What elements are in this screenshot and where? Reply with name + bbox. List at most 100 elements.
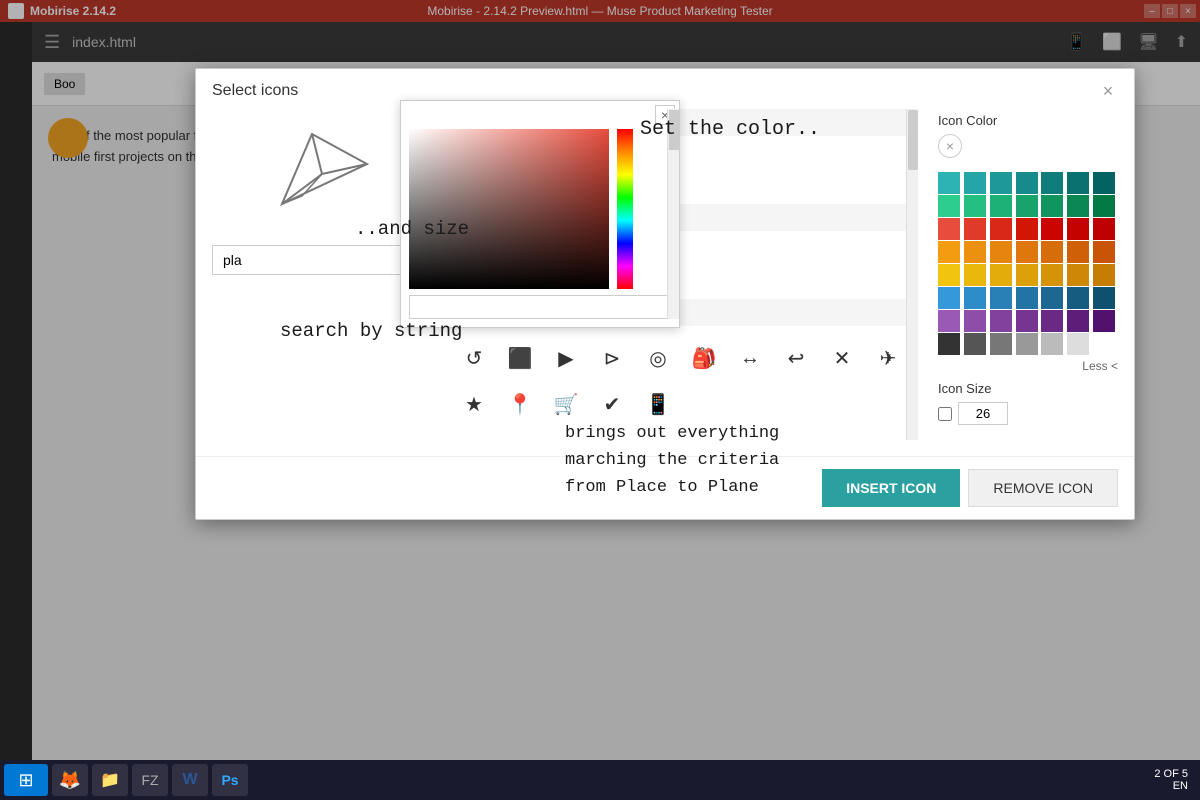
size-lock-checkbox[interactable] bbox=[938, 407, 952, 421]
less-button[interactable]: Less < bbox=[938, 359, 1118, 373]
modal-title: Select icons bbox=[212, 82, 298, 100]
color-swatch[interactable] bbox=[1041, 172, 1063, 194]
icon-cell[interactable]: ✔ bbox=[590, 382, 634, 426]
color-swatch[interactable] bbox=[1016, 310, 1038, 332]
color-swatch[interactable] bbox=[990, 333, 1012, 355]
color-gradient[interactable] bbox=[409, 129, 609, 289]
color-swatch[interactable] bbox=[990, 241, 1012, 263]
icon-cell[interactable]: ✕ bbox=[820, 336, 864, 380]
icon-cell[interactable]: ↺ bbox=[452, 336, 496, 380]
color-swatch[interactable] bbox=[1041, 195, 1063, 217]
icon-size-label: Icon Size bbox=[938, 381, 1118, 396]
icon-cell[interactable]: ▶ bbox=[544, 336, 588, 380]
color-swatch[interactable] bbox=[1041, 241, 1063, 263]
color-swatch[interactable] bbox=[1067, 218, 1089, 240]
color-swatch[interactable] bbox=[1067, 264, 1089, 286]
material-design-grid: ↺ ⬛ ▶ ⊳ ◎ 🎒 ↔ ↩ ✕ ✈ ★ 📍 🛒 ✔ 📱 bbox=[452, 330, 918, 432]
icon-cell[interactable]: ↩ bbox=[774, 336, 818, 380]
color-swatch[interactable] bbox=[1067, 310, 1089, 332]
color-swatch[interactable] bbox=[1041, 333, 1063, 355]
insert-icon-button[interactable]: INSERT ICON bbox=[822, 469, 960, 507]
color-swatch[interactable] bbox=[964, 310, 986, 332]
color-clear-button[interactable]: × bbox=[938, 134, 962, 158]
color-swatch[interactable] bbox=[1093, 264, 1115, 286]
color-swatch[interactable] bbox=[1016, 172, 1038, 194]
icon-cell[interactable]: ◎ bbox=[636, 336, 680, 380]
color-swatch[interactable] bbox=[1067, 287, 1089, 309]
color-swatch[interactable] bbox=[1041, 310, 1063, 332]
color-swatch[interactable] bbox=[938, 218, 960, 240]
remove-icon-button[interactable]: REMOVE ICON bbox=[968, 469, 1118, 507]
color-swatch[interactable] bbox=[990, 172, 1012, 194]
color-swatch[interactable] bbox=[938, 333, 960, 355]
color-swatch[interactable] bbox=[1041, 218, 1063, 240]
taskbar-firefox[interactable]: 🦊 bbox=[52, 764, 88, 796]
color-swatch[interactable] bbox=[964, 287, 986, 309]
color-picker-scrollbar-thumb bbox=[669, 110, 679, 150]
icon-cell[interactable]: 📱 bbox=[636, 382, 680, 426]
icon-cell[interactable]: ⊳ bbox=[590, 336, 634, 380]
color-swatch[interactable] bbox=[1093, 172, 1115, 194]
color-swatch[interactable] bbox=[938, 310, 960, 332]
icon-cell[interactable]: 📍 bbox=[498, 382, 542, 426]
icon-cell[interactable]: ⬛ bbox=[498, 336, 542, 380]
color-swatch[interactable] bbox=[1041, 287, 1063, 309]
color-swatch[interactable] bbox=[964, 172, 986, 194]
color-swatch[interactable] bbox=[1093, 333, 1115, 355]
color-swatch[interactable] bbox=[990, 310, 1012, 332]
color-swatch[interactable] bbox=[964, 241, 986, 263]
color-swatch[interactable] bbox=[964, 264, 986, 286]
icon-cell[interactable]: ↔ bbox=[728, 336, 772, 380]
color-swatch[interactable] bbox=[964, 195, 986, 217]
taskbar-info: 2 OF 5 EN bbox=[1154, 768, 1196, 792]
color-swatch[interactable] bbox=[1067, 172, 1089, 194]
color-swatch[interactable] bbox=[938, 264, 960, 286]
paper-plane-icon bbox=[272, 124, 372, 214]
color-swatch[interactable] bbox=[1067, 333, 1089, 355]
color-swatch[interactable] bbox=[1093, 218, 1115, 240]
color-swatch[interactable] bbox=[938, 287, 960, 309]
search-input[interactable] bbox=[212, 245, 432, 275]
taskbar-ps[interactable]: Ps bbox=[212, 764, 248, 796]
color-swatch[interactable] bbox=[1093, 310, 1115, 332]
hue-bar[interactable] bbox=[617, 129, 633, 289]
color-swatch[interactable] bbox=[1093, 241, 1115, 263]
color-swatch[interactable] bbox=[1016, 241, 1038, 263]
size-input[interactable] bbox=[958, 402, 1008, 425]
color-swatch[interactable] bbox=[938, 241, 960, 263]
left-panel bbox=[212, 109, 432, 440]
color-swatch[interactable] bbox=[1093, 195, 1115, 217]
color-swatch[interactable] bbox=[1067, 195, 1089, 217]
color-swatch[interactable] bbox=[1016, 264, 1038, 286]
icons-scrollbar[interactable] bbox=[906, 109, 918, 440]
color-picker-popup: × bbox=[400, 100, 680, 328]
color-swatch[interactable] bbox=[1041, 264, 1063, 286]
modal-close-button[interactable]: × bbox=[1098, 81, 1118, 101]
color-swatch[interactable] bbox=[1016, 287, 1038, 309]
taskbar-filezilla[interactable]: FZ bbox=[132, 764, 168, 796]
taskbar-word[interactable]: W bbox=[172, 764, 208, 796]
icon-cell[interactable]: 🎒 bbox=[682, 336, 726, 380]
icon-cell[interactable]: ✈ bbox=[866, 336, 910, 380]
color-swatch[interactable] bbox=[1067, 241, 1089, 263]
color-swatch[interactable] bbox=[1016, 218, 1038, 240]
color-swatch[interactable] bbox=[964, 333, 986, 355]
color-swatch[interactable] bbox=[990, 264, 1012, 286]
color-swatch[interactable] bbox=[938, 172, 960, 194]
color-swatch[interactable] bbox=[938, 195, 960, 217]
color-swatch[interactable] bbox=[964, 218, 986, 240]
start-button[interactable]: ⊞ bbox=[4, 764, 48, 796]
color-swatch[interactable] bbox=[990, 287, 1012, 309]
color-hex-input[interactable] bbox=[409, 295, 671, 319]
icon-cell[interactable]: ★ bbox=[452, 382, 496, 426]
color-picker-scrollbar[interactable] bbox=[667, 109, 679, 319]
taskbar-explorer[interactable]: 📁 bbox=[92, 764, 128, 796]
scrollbar-thumb bbox=[908, 110, 918, 170]
color-swatch[interactable] bbox=[990, 218, 1012, 240]
color-swatch[interactable] bbox=[990, 195, 1012, 217]
modal-footer: INSERT ICON REMOVE ICON bbox=[196, 456, 1134, 519]
color-swatch[interactable] bbox=[1016, 333, 1038, 355]
color-swatch[interactable] bbox=[1016, 195, 1038, 217]
color-swatch[interactable] bbox=[1093, 287, 1115, 309]
icon-cell[interactable]: 🛒 bbox=[544, 382, 588, 426]
